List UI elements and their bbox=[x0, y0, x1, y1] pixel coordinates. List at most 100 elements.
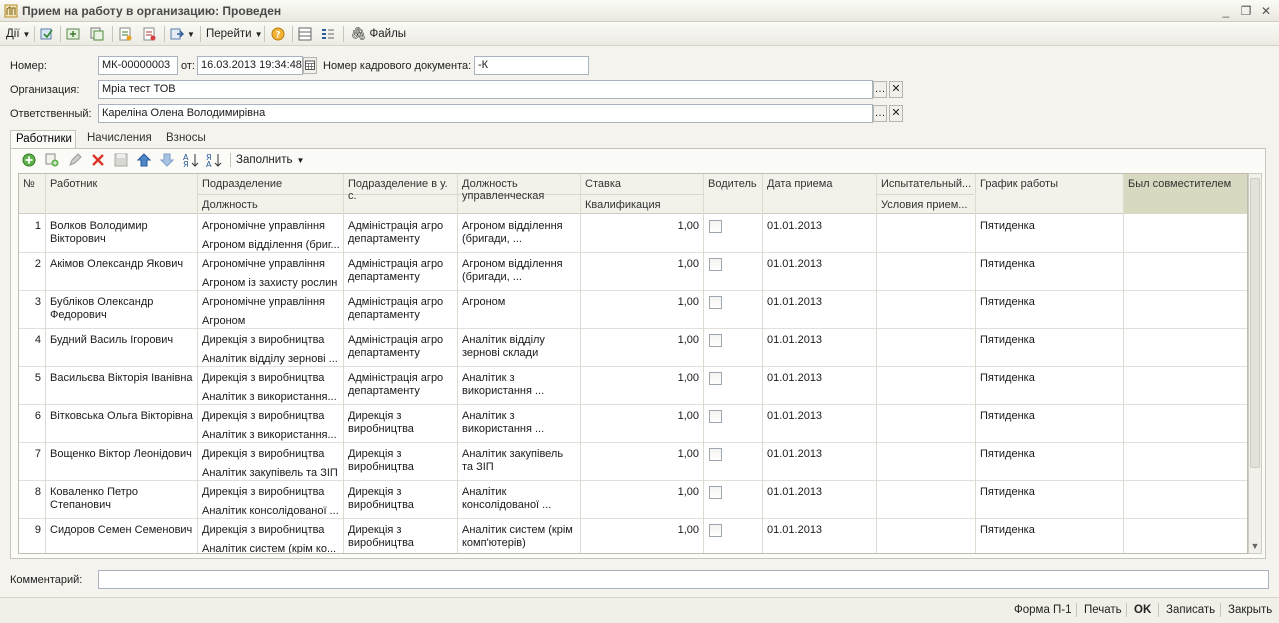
close-window-button[interactable]: ✕ bbox=[1258, 3, 1274, 19]
cell-rate[interactable]: 1,00 bbox=[581, 372, 703, 385]
table-scrollbar[interactable]: ▼ bbox=[1248, 173, 1262, 554]
document-movements-button[interactable] bbox=[116, 25, 134, 43]
organization-field[interactable]: Мріа тест ТОВ bbox=[98, 80, 873, 99]
number-field[interactable]: МК-00000003 bbox=[98, 56, 178, 75]
save-button[interactable]: Записать bbox=[1166, 604, 1215, 616]
table-row[interactable]: 5 Васильєва Вікторія Іванівна Дирекція з в… bbox=[19, 367, 1247, 405]
driver-checkbox[interactable] bbox=[709, 334, 722, 347]
cell-rate[interactable]: 1,00 bbox=[581, 220, 703, 233]
col-probation-header[interactable]: Испытательный... bbox=[877, 176, 974, 192]
col-rate-header[interactable]: Ставка bbox=[581, 176, 703, 192]
cell-rate[interactable]: 1,00 bbox=[581, 296, 703, 309]
cell-rate[interactable]: 1,00 bbox=[581, 334, 703, 347]
table-row[interactable]: 1 Волков Володимир Вікторович Агрономічне … bbox=[19, 215, 1247, 253]
col-conditions-header[interactable]: Условия прием... bbox=[877, 197, 974, 213]
table-row[interactable]: 7 Вощенко Віктор Леонідович Дирекція з вир… bbox=[19, 443, 1247, 481]
post-button[interactable] bbox=[64, 25, 82, 43]
responsible-field[interactable]: Кареліна Олена Володимирівна bbox=[98, 104, 873, 123]
tab-accruals[interactable]: Начисления bbox=[82, 130, 156, 148]
cell-hire-date[interactable]: 01.01.2013 bbox=[763, 448, 876, 461]
col-was-parttime-header[interactable]: Был совместителем bbox=[1124, 176, 1247, 192]
cell-division-acc[interactable]: Адміністрація агро департаменту bbox=[344, 296, 457, 322]
cell-schedule[interactable]: Пятиденка bbox=[976, 486, 1122, 499]
cell-employee[interactable]: Коваленко Петро Степанович bbox=[46, 486, 197, 512]
cell-position[interactable]: Агроном відділення (бриг... bbox=[198, 239, 343, 252]
cell-position[interactable]: Агроном із захисту рослин bbox=[198, 277, 343, 290]
cell-rate[interactable]: 1,00 bbox=[581, 258, 703, 271]
responsible-clear-button[interactable]: ✕ bbox=[889, 105, 903, 122]
cell-num[interactable]: 7 bbox=[19, 448, 45, 461]
cell-num[interactable]: 6 bbox=[19, 410, 45, 423]
responsible-select-button[interactable]: … bbox=[873, 105, 887, 122]
cell-schedule[interactable]: Пятиденка bbox=[976, 524, 1122, 537]
actions-menu-button[interactable]: Дії ▼ bbox=[4, 25, 32, 43]
cell-division[interactable]: Дирекція з виробництва bbox=[198, 410, 343, 423]
driver-checkbox[interactable] bbox=[709, 524, 722, 537]
cell-position-mgmt[interactable]: Аналітик з використання ... bbox=[458, 372, 580, 398]
add-row-icon[interactable] bbox=[22, 153, 36, 167]
cell-division-acc[interactable]: Адміністрація агро департаменту bbox=[344, 334, 457, 360]
cell-hire-date[interactable]: 01.01.2013 bbox=[763, 524, 876, 537]
edit-row-icon[interactable] bbox=[68, 153, 82, 167]
col-position-header[interactable]: Должность bbox=[198, 197, 343, 213]
cell-position-mgmt[interactable]: Аналітик з використання ... bbox=[458, 410, 580, 436]
driver-checkbox[interactable] bbox=[709, 220, 722, 233]
cell-schedule[interactable]: Пятиденка bbox=[976, 448, 1122, 461]
cell-rate[interactable]: 1,00 bbox=[581, 524, 703, 537]
driver-checkbox[interactable] bbox=[709, 486, 722, 499]
cell-division-acc[interactable]: Адміністрація агро департаменту bbox=[344, 220, 457, 246]
move-up-icon[interactable] bbox=[137, 153, 151, 167]
table-row[interactable]: 2 Акімов Олександр Якович Агрономічне упра… bbox=[19, 253, 1247, 291]
cell-schedule[interactable]: Пятиденка bbox=[976, 410, 1122, 423]
cell-division[interactable]: Агрономічне управління bbox=[198, 258, 343, 271]
calendar-button[interactable] bbox=[303, 57, 317, 74]
cell-employee[interactable]: Вощенко Віктор Леонідович bbox=[46, 448, 197, 461]
maximize-button[interactable]: ❐ bbox=[1238, 3, 1254, 19]
col-driver-header[interactable]: Водитель bbox=[704, 176, 762, 192]
print-button[interactable]: Печать bbox=[1084, 604, 1122, 616]
col-num-header[interactable]: № bbox=[19, 176, 45, 192]
cell-employee[interactable]: Сидоров Семен Семенович bbox=[46, 524, 197, 537]
cell-division-acc[interactable]: Дирекція з виробництва bbox=[344, 524, 457, 550]
cell-employee[interactable]: Вітковська Ольга Вікторівна bbox=[46, 410, 197, 423]
col-qualification-header[interactable]: Квалификация bbox=[581, 197, 703, 213]
move-down-icon[interactable] bbox=[160, 153, 174, 167]
col-division-header[interactable]: Подразделение bbox=[198, 176, 343, 192]
scrollbar-thumb[interactable] bbox=[1250, 178, 1260, 468]
driver-checkbox[interactable] bbox=[709, 448, 722, 461]
cell-position[interactable]: Агроном bbox=[198, 315, 343, 328]
driver-checkbox[interactable] bbox=[709, 296, 722, 309]
cell-division[interactable]: Агрономічне управління bbox=[198, 220, 343, 233]
cell-hire-date[interactable]: 01.01.2013 bbox=[763, 372, 876, 385]
col-schedule-header[interactable]: График работы bbox=[976, 176, 1122, 192]
comment-field[interactable] bbox=[98, 570, 1269, 589]
cell-num[interactable]: 3 bbox=[19, 296, 45, 309]
table-row[interactable]: 3 Бубліков Олександр Федорович Агрономічне… bbox=[19, 291, 1247, 329]
cell-hire-date[interactable]: 01.01.2013 bbox=[763, 258, 876, 271]
table-row[interactable]: 9 Сидоров Семен Семенович Дирекція з вироб… bbox=[19, 519, 1247, 553]
cell-division-acc[interactable]: Дирекція з виробництва bbox=[344, 448, 457, 474]
cell-employee[interactable]: Будний Василь Ігорович bbox=[46, 334, 197, 347]
sort-desc-icon[interactable]: ЯA bbox=[206, 152, 222, 168]
cell-division-acc[interactable]: Адміністрація агро департаменту bbox=[344, 372, 457, 398]
cell-schedule[interactable]: Пятиденка bbox=[976, 334, 1122, 347]
driver-checkbox[interactable] bbox=[709, 410, 722, 423]
list-settings-button[interactable] bbox=[319, 25, 337, 43]
copy-row-icon[interactable] bbox=[45, 153, 59, 167]
scroll-down-icon[interactable]: ▼ bbox=[1249, 541, 1261, 551]
organization-clear-button[interactable]: ✕ bbox=[889, 81, 903, 98]
cell-employee[interactable]: Волков Володимир Вікторович bbox=[46, 220, 197, 246]
minimize-button[interactable]: _ bbox=[1218, 3, 1234, 19]
cell-schedule[interactable]: Пятиденка bbox=[976, 296, 1122, 309]
form-settings-button[interactable] bbox=[296, 25, 314, 43]
date-field[interactable]: 16.03.2013 19:34:48 bbox=[197, 56, 303, 75]
cell-rate[interactable]: 1,00 bbox=[581, 410, 703, 423]
cell-hire-date[interactable]: 01.01.2013 bbox=[763, 220, 876, 233]
table-row[interactable]: 8 Коваленко Петро Степанович Дирекція з ви… bbox=[19, 481, 1247, 519]
cell-position[interactable]: Аналітик з використання... bbox=[198, 391, 343, 404]
col-position-mgmt-header[interactable]: Должность управленческая bbox=[458, 176, 580, 204]
delete-row-icon[interactable] bbox=[91, 153, 105, 167]
enter-on-basis-button[interactable]: ▼ bbox=[168, 25, 197, 43]
cell-position-mgmt[interactable]: Агроном відділення (бригади, ... bbox=[458, 220, 580, 246]
tab-contributions[interactable]: Взносы bbox=[161, 130, 213, 148]
